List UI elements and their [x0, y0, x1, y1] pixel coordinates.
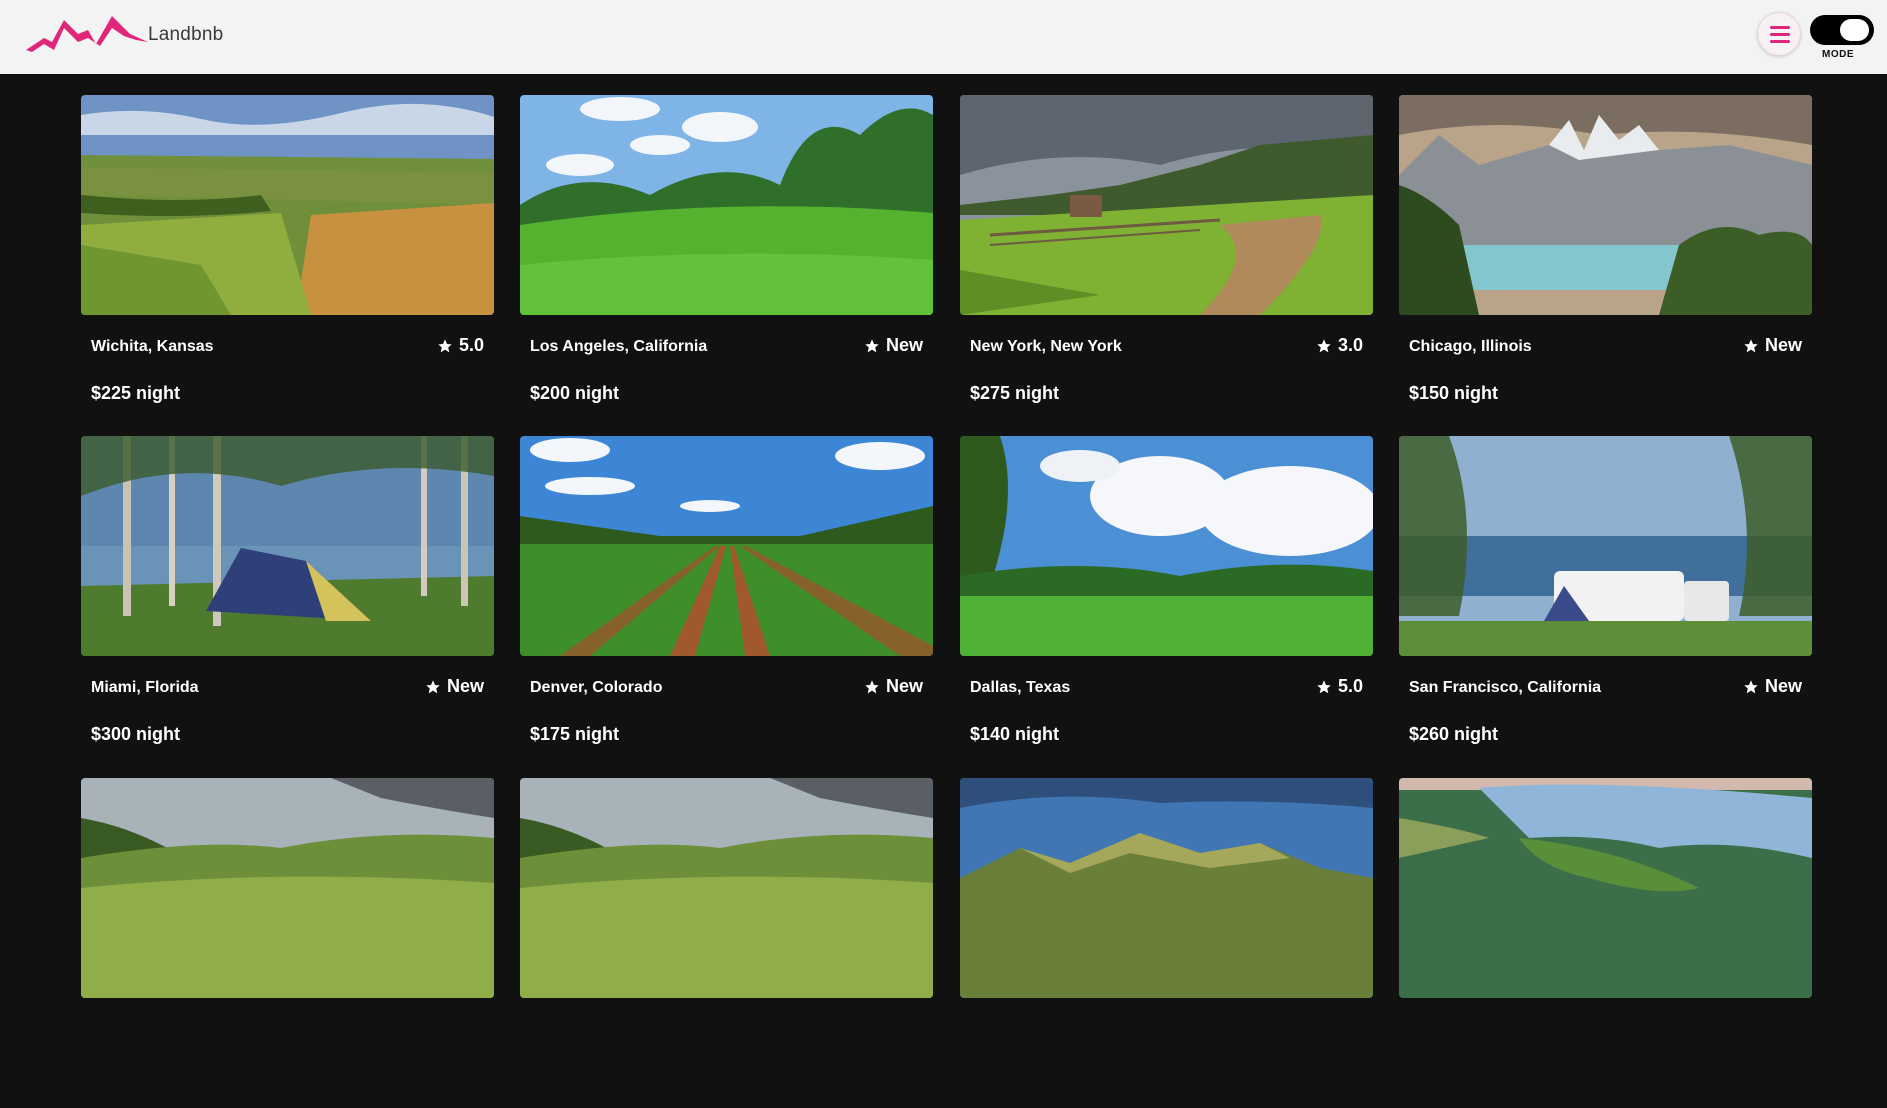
star-icon	[865, 679, 879, 693]
listing-photo[interactable]	[520, 95, 933, 315]
star-icon	[426, 679, 440, 693]
listing-location: Wichita, Kansas	[91, 338, 214, 355]
listing-card[interactable]	[520, 778, 933, 1108]
listing-photo[interactable]	[960, 436, 1373, 656]
star-icon	[438, 338, 452, 352]
star-icon	[1744, 338, 1758, 352]
listing-card[interactable]: Los Angeles, California New $200 night	[520, 95, 933, 425]
listing-price: $275 night	[970, 383, 1060, 403]
listing-card[interactable]	[81, 778, 494, 1108]
listing-photo[interactable]	[1399, 436, 1812, 656]
listing-rating: 5.0	[1316, 676, 1363, 697]
star-icon	[865, 338, 879, 352]
listing-location: Dallas, Texas	[970, 679, 1071, 696]
listing-rating: 5.0	[437, 335, 484, 356]
listing-price: $300 night	[91, 724, 181, 744]
listing-photo[interactable]	[81, 95, 494, 315]
listing-location: New York, New York	[970, 338, 1122, 355]
listing-price: $225 night	[91, 383, 181, 403]
rating-value: New	[885, 676, 923, 696]
listing-card[interactable]: New York, New York 3.0 $275 night	[960, 95, 1373, 425]
rating-value: New	[1764, 676, 1802, 696]
rating-value: 3.0	[1337, 335, 1363, 355]
listing-photo[interactable]	[1399, 778, 1812, 998]
listing-rating: 3.0	[1316, 335, 1363, 356]
rating-value: New	[1764, 335, 1802, 355]
listing-photo[interactable]	[81, 436, 494, 656]
listing-price: $260 night	[1409, 724, 1499, 744]
listing-price: $200 night	[530, 383, 620, 403]
listing-card[interactable]: Wichita, Kansas 5.0 $225 night	[81, 95, 494, 425]
listing-rating: New	[864, 676, 923, 697]
listing-card[interactable]	[960, 778, 1373, 1108]
listing-card[interactable]: San Francisco, California New $260 night	[1399, 436, 1812, 766]
listing-rating: New	[1743, 676, 1802, 697]
listing-rating: New	[864, 335, 923, 356]
listing-rating: New	[1743, 335, 1802, 356]
listing-photo[interactable]	[1399, 95, 1812, 315]
rating-value: New	[446, 676, 484, 696]
listing-photo[interactable]	[81, 778, 494, 998]
listing-card[interactable]: Denver, Colorado New $175 night	[520, 436, 933, 766]
listing-photo[interactable]	[960, 95, 1373, 315]
listing-card[interactable]: Chicago, Illinois New $150 night	[1399, 95, 1812, 425]
listing-rating: New	[425, 676, 484, 697]
listing-location: San Francisco, California	[1409, 679, 1602, 696]
star-icon	[1317, 679, 1331, 693]
star-icon	[1317, 338, 1331, 352]
listing-price: $140 night	[970, 724, 1060, 744]
rating-value: 5.0	[458, 335, 484, 355]
listing-location: Miami, Florida	[91, 679, 199, 696]
rating-value: New	[885, 335, 923, 355]
listing-photo[interactable]	[520, 778, 933, 998]
listing-location: Los Angeles, California	[530, 338, 708, 355]
listing-card[interactable]: Miami, Florida New $300 night	[81, 436, 494, 766]
listing-price: $175 night	[530, 724, 620, 744]
star-icon	[1744, 679, 1758, 693]
listing-photo[interactable]	[960, 778, 1373, 998]
listing-price: $150 night	[1409, 383, 1499, 403]
listing-location: Denver, Colorado	[530, 679, 663, 696]
listing-card[interactable]: Dallas, Texas 5.0 $140 night	[960, 436, 1373, 766]
listing-location: Chicago, Illinois	[1409, 338, 1532, 355]
listing-photo[interactable]	[520, 436, 933, 656]
rating-value: 5.0	[1337, 676, 1363, 696]
listing-card[interactable]	[1399, 778, 1812, 1108]
listings-grid: Wichita, Kansas 5.0 $225 night Los Angel…	[0, 0, 1887, 998]
